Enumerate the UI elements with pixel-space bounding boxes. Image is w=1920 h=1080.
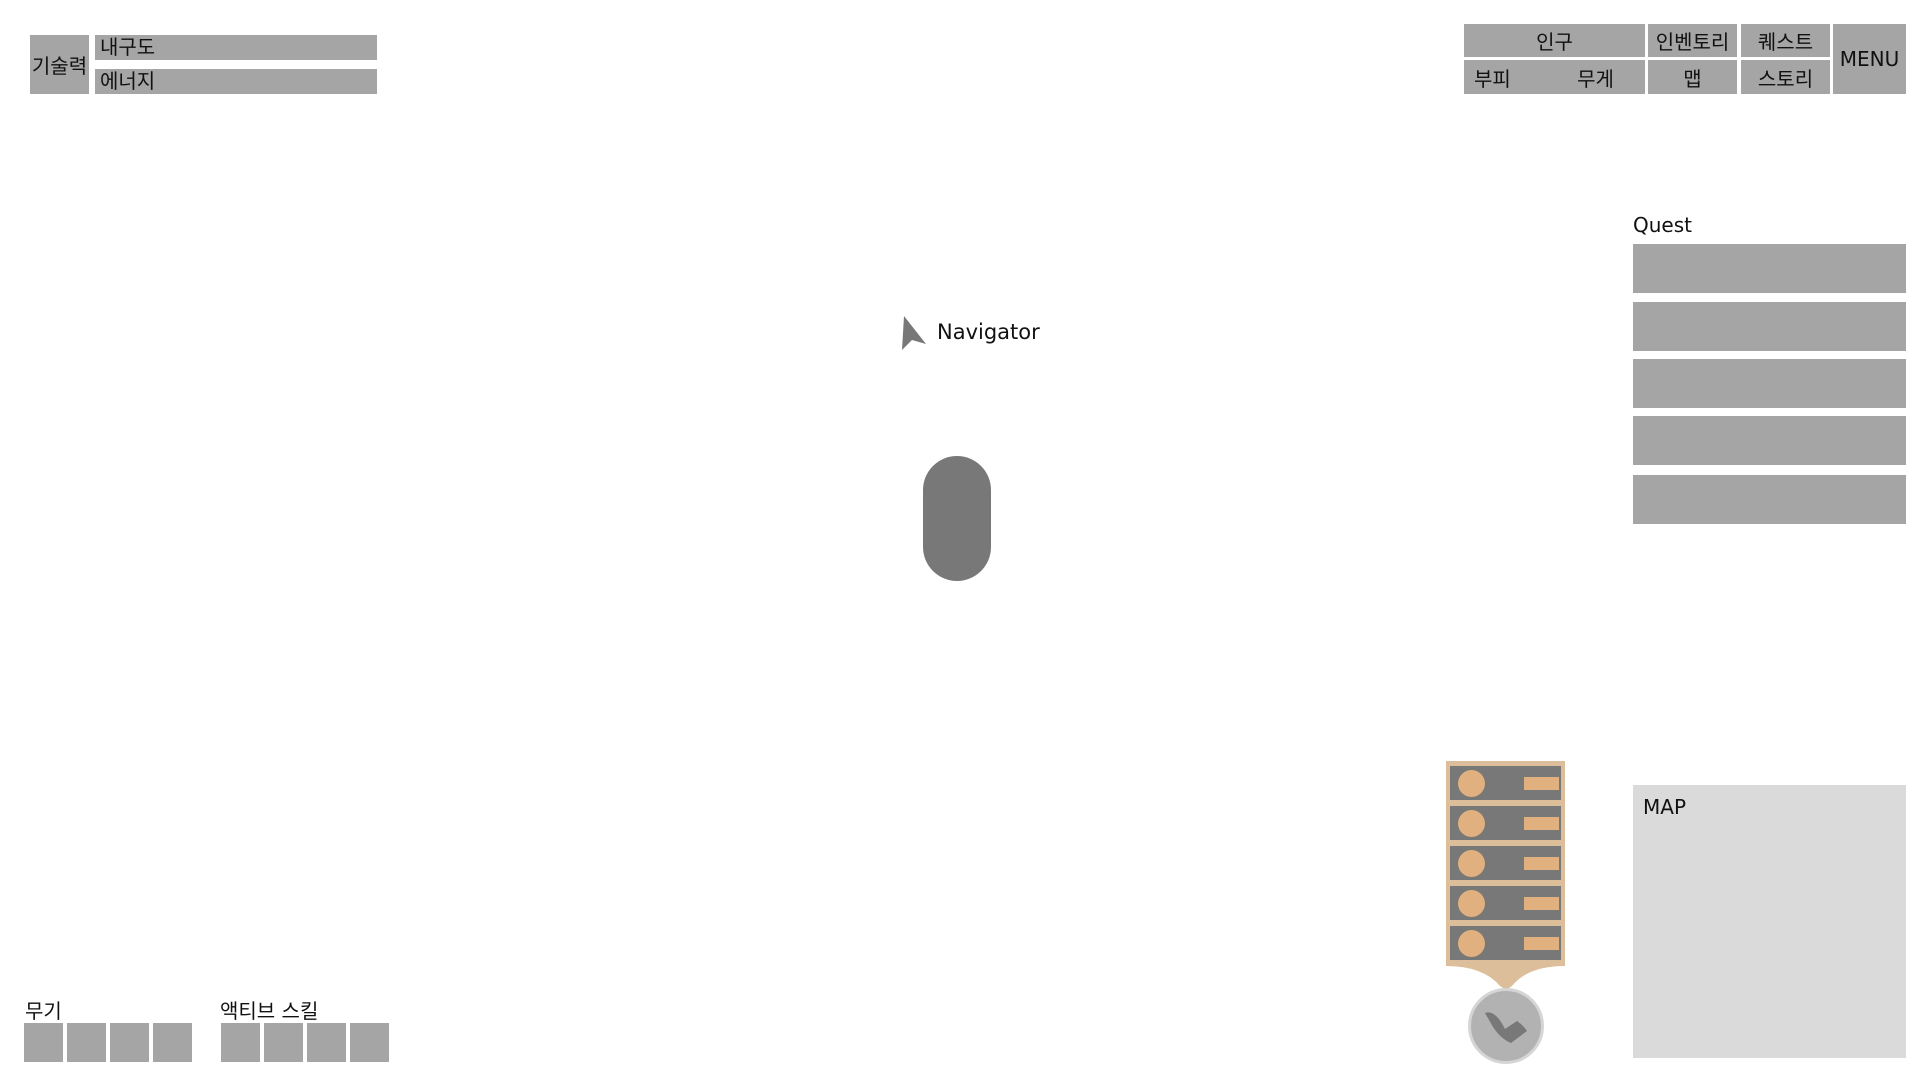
quest-slot[interactable] <box>1633 244 1906 293</box>
skill-button[interactable] <box>1468 988 1544 1064</box>
party-panel <box>1446 761 1565 963</box>
party-member-bar <box>1524 817 1559 830</box>
inventory-button[interactable]: 인벤토리 <box>1648 24 1737 57</box>
quest-slot[interactable] <box>1633 416 1906 465</box>
durability-bar: 내구도 <box>95 35 377 60</box>
weapon-title: 무기 <box>25 999 62 1023</box>
party-member-row[interactable] <box>1450 886 1561 920</box>
quest-slot[interactable] <box>1633 302 1906 351</box>
party-member-row[interactable] <box>1450 846 1561 880</box>
game-hud: 기술력 내구도 에너지 인구 부피 무게 인벤토리 맵 퀘스트 스토리 MENU… <box>0 0 1920 1080</box>
weapon-slot[interactable] <box>24 1023 63 1062</box>
party-member-avatar <box>1458 890 1485 917</box>
party-member-row[interactable] <box>1450 806 1561 840</box>
quest-button[interactable]: 퀘스트 <box>1741 24 1830 57</box>
quest-slot[interactable] <box>1633 475 1906 524</box>
party-member-avatar <box>1458 810 1485 837</box>
party-member-row[interactable] <box>1450 926 1561 960</box>
weapon-slot[interactable] <box>110 1023 149 1062</box>
energy-bar: 에너지 <box>95 69 377 94</box>
active-skill-slot[interactable] <box>307 1023 346 1062</box>
weapon-slot[interactable] <box>153 1023 192 1062</box>
weight-label: 무게 <box>1546 60 1645 94</box>
party-member-row[interactable] <box>1450 766 1561 800</box>
volume-label: 부피 <box>1464 60 1546 94</box>
player-character <box>923 456 991 581</box>
active-skill-slot[interactable] <box>221 1023 260 1062</box>
party-member-bar <box>1524 897 1559 910</box>
map-button[interactable]: 맵 <box>1648 60 1737 94</box>
menu-button[interactable]: MENU <box>1833 24 1906 94</box>
minimap[interactable]: MAP <box>1633 785 1906 1058</box>
weapon-slot[interactable] <box>67 1023 106 1062</box>
tech-stat-label: 기술력 <box>30 35 89 94</box>
population-label: 인구 <box>1464 24 1645 57</box>
active-skill-title: 액티브 스킬 <box>220 999 319 1023</box>
active-skill-slot[interactable] <box>264 1023 303 1062</box>
party-member-bar <box>1524 937 1559 950</box>
quest-slot[interactable] <box>1633 359 1906 408</box>
navigator-arrow-icon <box>902 316 926 350</box>
party-member-bar <box>1524 857 1559 870</box>
minimap-label: MAP <box>1643 795 1686 819</box>
boomerang-icon <box>1485 1012 1527 1043</box>
party-member-avatar <box>1458 770 1485 797</box>
active-skill-slot[interactable] <box>350 1023 389 1062</box>
quest-title: Quest <box>1633 213 1692 237</box>
party-member-bar <box>1524 777 1559 790</box>
party-connector <box>1446 962 1565 990</box>
navigator-label: Navigator <box>937 320 1040 344</box>
party-member-avatar <box>1458 930 1485 957</box>
story-button[interactable]: 스토리 <box>1741 60 1830 94</box>
party-member-avatar <box>1458 850 1485 877</box>
